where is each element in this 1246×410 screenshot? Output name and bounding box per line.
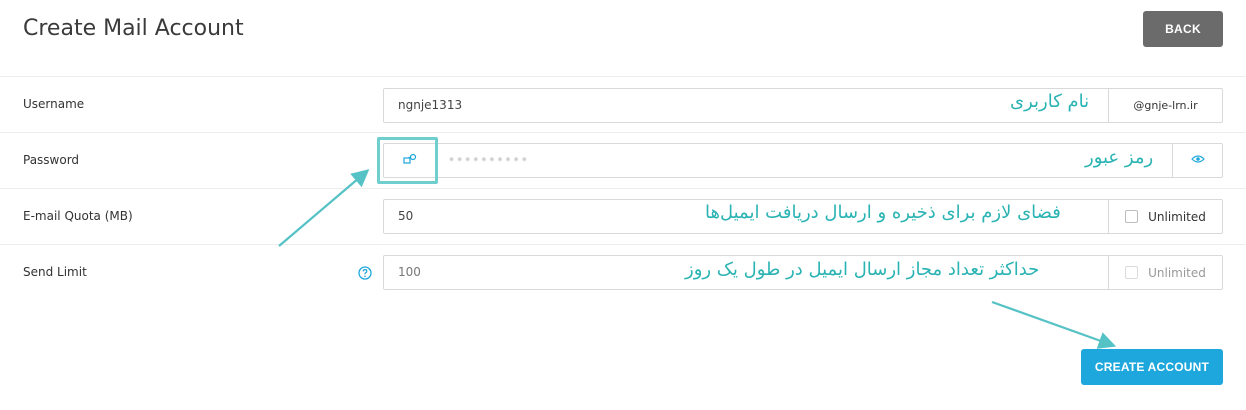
row-divider (0, 76, 1246, 77)
send-limit-annotation: حداکثر تعداد مجاز ارسال ایمیل در طول یک … (685, 259, 1040, 280)
quota-label: E-mail Quota (MB) (23, 209, 133, 223)
quota-unlimited-label: Unlimited (1148, 209, 1206, 224)
username-annotation: نام کاربری (1010, 91, 1090, 112)
quota-unlimited-toggle[interactable]: Unlimited (1108, 200, 1222, 233)
username-field[interactable]: ngnje1313 @gnje-lrn.ir (383, 88, 1223, 123)
send-limit-unlimited-toggle[interactable]: Unlimited (1108, 256, 1222, 289)
domain-suffix: @gnje-lrn.ir (1108, 89, 1222, 122)
generate-highlight-box (377, 137, 438, 184)
row-divider (0, 188, 1246, 189)
domain-suffix-text: @gnje-lrn.ir (1133, 99, 1198, 112)
show-password-toggle[interactable] (1172, 144, 1222, 177)
password-annotation: رمز عبور (1085, 147, 1154, 168)
eye-icon (1190, 154, 1205, 167)
arrow-to-generate (278, 169, 370, 247)
question-circle-icon[interactable] (358, 265, 372, 280)
page-title: Create Mail Account (23, 16, 244, 41)
send-limit-unlimited-checkbox[interactable] (1125, 266, 1139, 279)
back-button[interactable]: BACK (1143, 11, 1223, 47)
send-limit-value: 100 (398, 265, 421, 279)
password-value: •••••••••• (448, 153, 529, 167)
quota-value: 50 (398, 209, 414, 223)
arrow-to-create (991, 300, 1117, 349)
send-limit-unlimited-label: Unlimited (1148, 265, 1206, 280)
create-account-button[interactable]: CREATE ACCOUNT (1081, 349, 1223, 385)
quota-annotation: فضای لازم برای ذخیره و ارسال دریافت ایمی… (705, 202, 1061, 223)
password-label: Password (23, 153, 80, 167)
row-divider (0, 244, 1246, 245)
quota-unlimited-checkbox[interactable] (1125, 210, 1139, 223)
username-label: Username (23, 97, 85, 111)
send-limit-label: Send Limit (23, 265, 87, 279)
username-value: ngnje1313 (398, 98, 463, 112)
row-divider (0, 132, 1246, 133)
